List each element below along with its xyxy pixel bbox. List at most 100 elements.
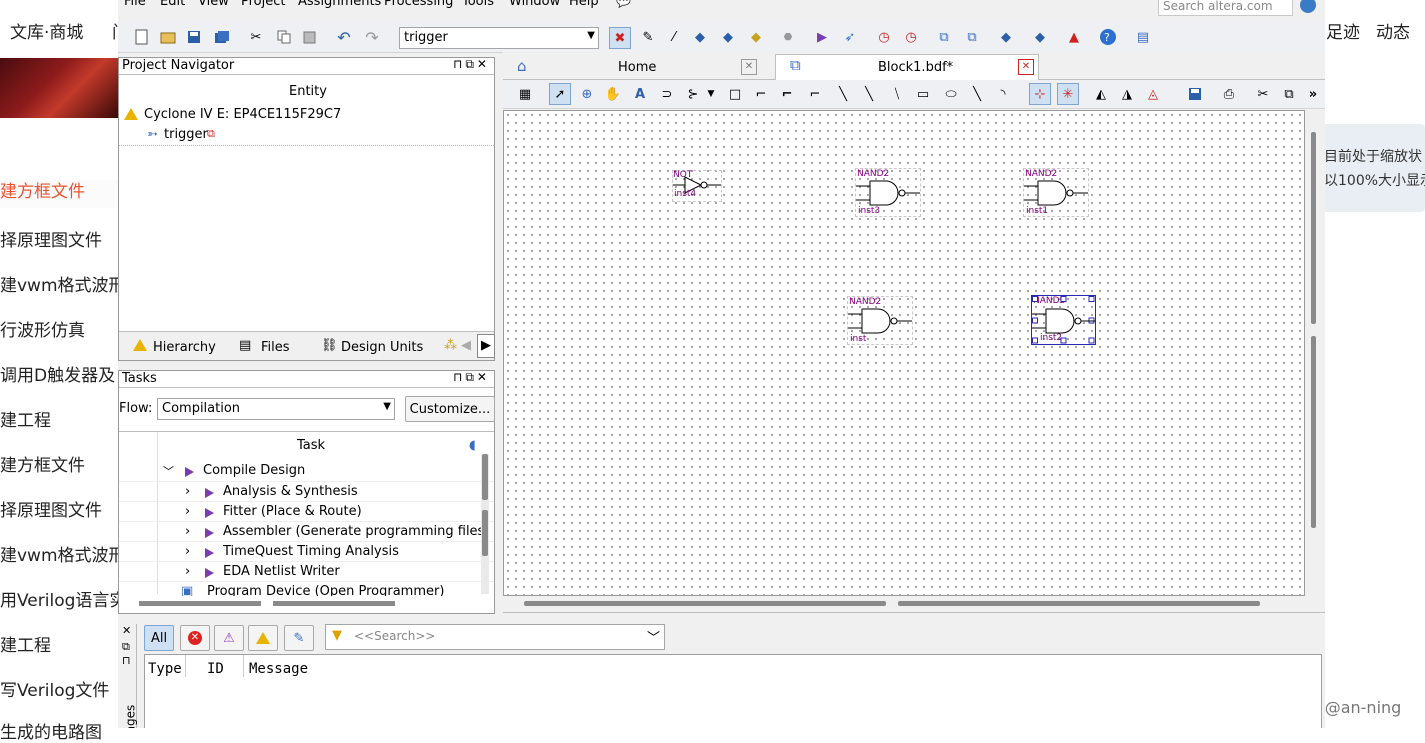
chip-planner-icon[interactable]: ⧉	[962, 27, 982, 47]
chevron-down-icon[interactable]: ﹀	[647, 627, 660, 646]
save-all-icon[interactable]	[212, 27, 232, 47]
detach-icon[interactable]: ▦	[515, 84, 535, 104]
menu-assignments[interactable]: Assignments	[298, 0, 381, 9]
chevron-right-icon[interactable]: ›	[185, 544, 190, 559]
toc-item[interactable]: 生成的电路图	[0, 718, 102, 743]
canvas-vscroll[interactable]	[1309, 110, 1319, 594]
nav-dynamic-link[interactable]: 动态	[1376, 18, 1410, 43]
diagonal-conduit-icon[interactable]: ⧹	[887, 84, 907, 104]
pin-tool-icon[interactable]: ⊱	[683, 84, 703, 104]
nand2-gate-selected[interactable]: NAND2 inst2	[1031, 295, 1096, 345]
scroll-right-button[interactable]: ▶	[477, 334, 495, 358]
task-row[interactable]: › Fitter (Place & Route)	[119, 501, 494, 522]
more-tabs-icon[interactable]: ⁂	[444, 338, 457, 353]
rtl-icon[interactable]: ▲	[1064, 27, 1084, 47]
filter-critical-button[interactable]: ⚠	[214, 625, 244, 651]
toc-item[interactable]: 建工程	[0, 631, 51, 656]
scroll-thumb[interactable]	[482, 510, 488, 556]
scroll-thumb[interactable]	[1311, 132, 1316, 324]
tab-files[interactable]: ▤ Files	[229, 332, 309, 356]
close-tab-icon[interactable]: ✕	[741, 59, 757, 75]
flip-vertical-icon[interactable]: ◮	[1117, 84, 1137, 104]
chevron-right-icon[interactable]: ›	[185, 524, 190, 539]
scroll-left-icon[interactable]: ◀	[461, 338, 471, 353]
programmer2-icon[interactable]: ◆	[1030, 27, 1050, 47]
assignment-editor-icon[interactable]: ✎	[638, 27, 658, 47]
filter-error-button[interactable]: ✕	[180, 625, 210, 651]
pin-icon[interactable]: ⊓	[122, 654, 131, 667]
save-icon[interactable]	[184, 27, 204, 47]
flip-horizontal-icon[interactable]: ◭	[1091, 84, 1111, 104]
chat-icon[interactable]: 💬	[616, 0, 631, 8]
paste-icon[interactable]	[300, 27, 320, 47]
orthogonal-node-icon[interactable]: ⌐	[751, 84, 771, 104]
not-gate[interactable]: NOT inst4	[672, 170, 722, 202]
filter-info-button[interactable]: ✎	[284, 625, 314, 651]
nav-shop-link[interactable]: 文库·商城	[10, 18, 83, 43]
panel-controls[interactable]: ⊓⧉✕	[453, 57, 490, 72]
rectangle-tool-icon[interactable]: ▭	[913, 84, 933, 104]
chip-tool3-icon[interactable]: ◆	[746, 27, 766, 47]
new-file-icon[interactable]	[132, 27, 152, 47]
toc-item[interactable]: 建vwm格式波形	[0, 541, 126, 566]
text-tool-icon[interactable]: A	[630, 84, 650, 104]
open-folder-icon[interactable]	[158, 27, 178, 47]
device-row[interactable]: Cyclone IV E: EP4CE115F29C7	[119, 105, 494, 125]
scroll-thumb[interactable]	[482, 454, 488, 500]
diagonal-node-icon[interactable]: ╲	[833, 84, 853, 104]
diagonal-bus-icon[interactable]: ╲	[859, 84, 879, 104]
timing2-icon[interactable]: ◷	[901, 27, 921, 47]
filter-all-button[interactable]: All	[144, 625, 174, 651]
selection-tool-icon[interactable]: ➚	[549, 83, 571, 105]
toc-item[interactable]: 用Verilog语言实	[0, 586, 126, 611]
flow-select[interactable]: Compilation ▼	[157, 398, 395, 420]
menu-window[interactable]: Window	[509, 0, 560, 9]
analysis-icon[interactable]: ➶	[840, 27, 860, 47]
chip-tool2-icon[interactable]: ◆	[718, 27, 738, 47]
hscroll-thumb[interactable]	[139, 601, 261, 606]
message-search-input[interactable]: ▼ <<Search>> ﹀	[325, 624, 665, 650]
feedback-icon[interactable]: ▤	[1133, 27, 1153, 47]
menu-processing[interactable]: Processing	[384, 0, 453, 9]
cut-icon[interactable]: ✂	[246, 27, 266, 47]
task-row[interactable]: › EDA Netlist Writer	[119, 561, 494, 582]
task-row[interactable]: › Analysis & Synthesis	[119, 481, 494, 502]
block-tool-icon[interactable]: □	[725, 84, 745, 104]
hscroll-thumb[interactable]	[273, 601, 395, 606]
customize-button[interactable]: Customize...	[405, 396, 495, 422]
nand2-gate[interactable]: NAND2 inst3	[855, 168, 921, 217]
tab-block1[interactable]: ⧉ Block1.bdf* ✕	[775, 54, 1039, 80]
chevron-right-icon[interactable]: ›	[185, 504, 190, 519]
stop-icon[interactable]: ⬣	[778, 27, 798, 47]
menu-tools[interactable]: Tools	[462, 0, 494, 9]
menu-project[interactable]: Project	[241, 0, 285, 9]
toc-item[interactable]: 建vwm格式波形	[0, 271, 126, 296]
tab-hierarchy[interactable]: Hierarchy	[125, 332, 225, 356]
programmer-icon[interactable]: ◆	[996, 27, 1016, 47]
schematic-canvas[interactable]: NOT inst4 NAND2 inst3 NAND2 inst1 NAND2 …	[503, 110, 1305, 596]
pin-planner-icon[interactable]: ✖	[609, 27, 631, 49]
toc-item[interactable]: 写Verilog文件	[0, 676, 109, 701]
filter-warning-button[interactable]	[248, 625, 278, 651]
copy-icon[interactable]	[274, 27, 294, 47]
entity-row[interactable]: ➳ trigger ⧉	[119, 125, 494, 146]
chevron-right-icon[interactable]: ›	[185, 564, 190, 579]
save-icon[interactable]	[1185, 84, 1205, 104]
rotate-icon[interactable]: ◬	[1143, 84, 1163, 104]
toc-item[interactable]: 建方框文件	[0, 180, 118, 208]
netlist-viewer-icon[interactable]: ⧉	[934, 27, 954, 47]
chevron-down-icon[interactable]: ﹀	[163, 463, 174, 479]
scroll-thumb[interactable]	[1311, 336, 1316, 528]
partial-line-select-icon[interactable]: ⊹	[1029, 83, 1051, 105]
chevron-down-icon[interactable]: ▼	[701, 84, 721, 104]
canvas-hscroll[interactable]	[503, 596, 1303, 608]
toc-item[interactable]: 择原理图文件	[0, 226, 102, 251]
zoom-tool-icon[interactable]: ⊕	[577, 84, 597, 104]
chip-tool-icon[interactable]: ◆	[690, 27, 710, 47]
float-icon[interactable]: ⧉	[122, 640, 130, 654]
entity-selector[interactable]: trigger ▼	[399, 27, 599, 49]
orthogonal-conduit-icon[interactable]: ⌐	[805, 84, 825, 104]
task-row[interactable]: › Assembler (Generate programming files)	[119, 521, 494, 542]
ellipse-tool-icon[interactable]: ⬭	[941, 84, 961, 104]
refresh-icon[interactable]: ◖	[469, 438, 476, 453]
